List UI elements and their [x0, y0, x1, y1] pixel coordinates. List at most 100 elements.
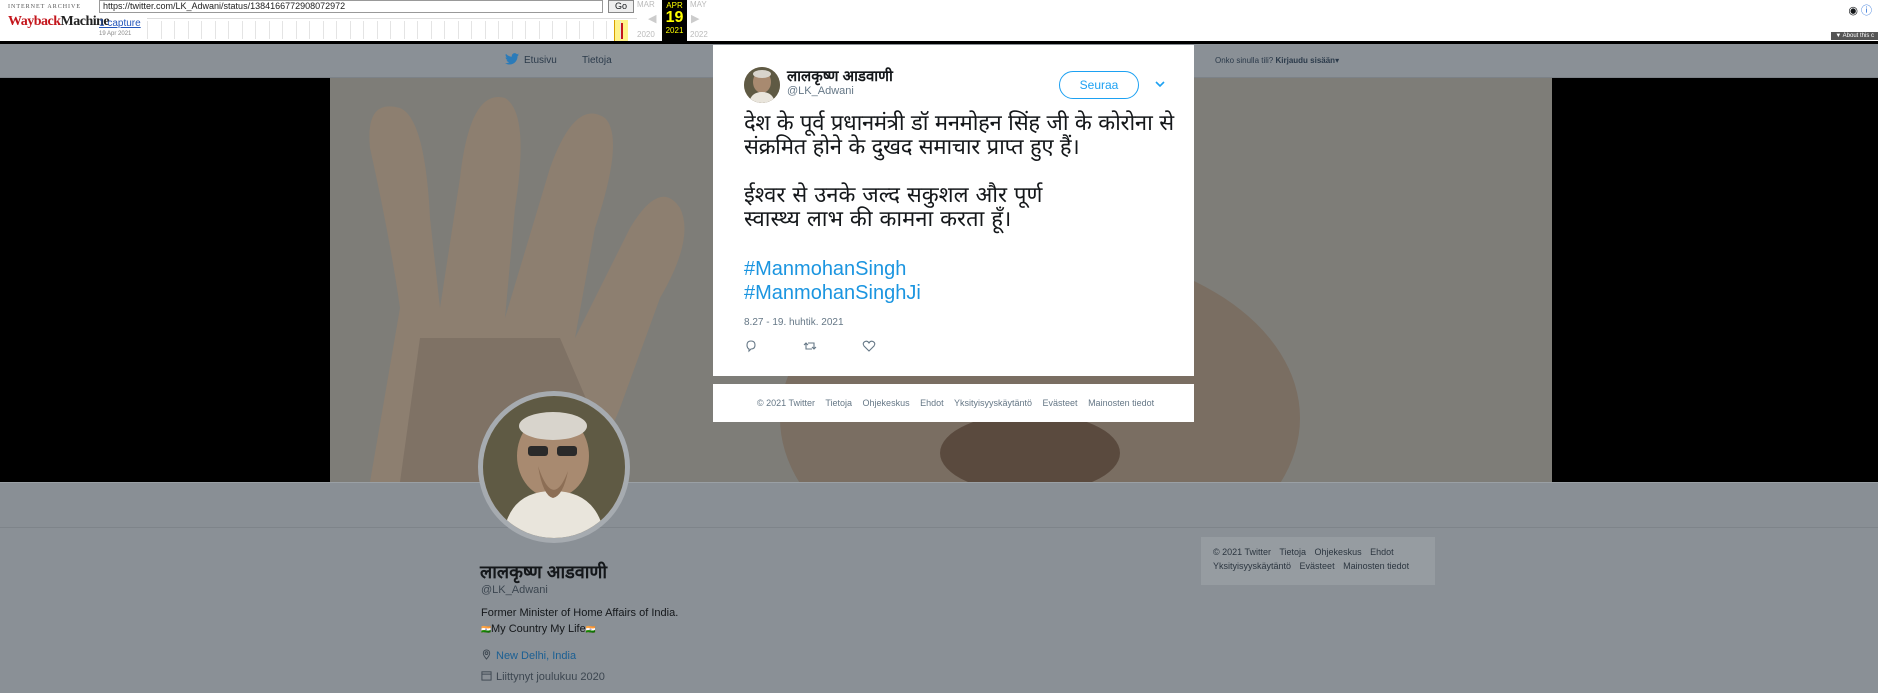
footer-link-privacy[interactable]: Yksityisyyskäytäntö [954, 398, 1032, 408]
location-text[interactable]: New Delhi, India [496, 650, 576, 662]
profile-avatar[interactable] [478, 391, 630, 543]
sparkline-capture-bar [621, 23, 623, 39]
banner-letterbox-right [1552, 78, 1878, 482]
tweet-author-handle[interactable]: @LK_Adwani [787, 85, 854, 97]
user-icon[interactable]: ◉ [1848, 5, 1858, 17]
retweet-icon[interactable] [803, 339, 817, 353]
footer-copyright: © 2021 Twitter [1213, 547, 1271, 557]
calendar-icon [481, 671, 492, 681]
twitter-bird-icon[interactable] [505, 53, 519, 65]
flag-image-broken: 🇮🇳 [481, 625, 491, 634]
sparkline-tick [484, 21, 486, 39]
tweet-paragraph-1: देश के पूर्व प्रधानमंत्री डॉ मनमोहन सिंह… [744, 111, 1174, 160]
footer-link-about[interactable]: Tietoja [825, 398, 852, 408]
sparkline-tick [430, 21, 432, 39]
profile-name[interactable]: लालकृष्ण आडवाणी [480, 560, 607, 584]
reply-icon[interactable] [744, 339, 758, 353]
captures-link[interactable]: 1 capture [99, 18, 141, 29]
sparkline-tick [336, 21, 337, 39]
profile-handle[interactable]: @LK_Adwani [481, 584, 548, 596]
sparkline-tick [174, 21, 175, 39]
footer-link-help[interactable]: Ohjekeskus [1315, 547, 1362, 557]
sparkline-tick [498, 21, 499, 39]
wayback-icons: ◉ ⓘ [1848, 2, 1872, 18]
tweet-author-avatar[interactable] [744, 67, 780, 103]
footer-link-about[interactable]: Tietoja [1279, 547, 1306, 557]
prev-year-link[interactable]: 2020 [637, 30, 655, 39]
modal-footer-links: © 2021 Twitter Tietoja Ohjekeskus Ehdot … [713, 384, 1194, 422]
current-year: 2021 [665, 26, 684, 35]
footer-link-ads-info[interactable]: Mainosten tiedot [1088, 398, 1154, 408]
sparkline-tick [147, 21, 148, 39]
footer-link-cookies[interactable]: Evästeet [1300, 561, 1335, 571]
sparkline-tick [592, 21, 594, 39]
avatar-photo [483, 396, 625, 538]
prev-month-link[interactable]: MAR [637, 0, 655, 9]
hashtag-link[interactable]: #ManmohanSinghJi [744, 281, 921, 305]
sparkline-tick [471, 21, 472, 39]
sparkline-tick [322, 21, 324, 39]
sparkline-tick [525, 21, 526, 39]
sidebar-footer-links: © 2021 Twitter Tietoja Ohjekeskus Ehdot … [1201, 537, 1435, 585]
sparkline-tick [309, 21, 310, 39]
login-link[interactable]: Kirjaudu sisään [1275, 56, 1335, 65]
tweet-paragraph-2: ईश्वर से उनके जल्द सकुशल और पूर्ण स्वास्थ… [744, 183, 1043, 232]
sparkline-tick [187, 21, 189, 39]
tweet-author-name[interactable]: लालकृष्ण आडवाणी [787, 66, 893, 86]
nav-login[interactable]: Onko sinulla tili? Kirjaudu sisään▾ [1215, 56, 1339, 65]
logo-internet-archive-text: INTERNET ARCHIVE [8, 4, 82, 10]
footer-link-cookies[interactable]: Evästeet [1043, 398, 1078, 408]
sparkline-tick [282, 21, 283, 39]
nav-about-link[interactable]: Tietoja [582, 55, 612, 66]
profile-bio-line2: 🇮🇳My Country My Life🇮🇳 [481, 623, 596, 635]
footer-link-terms[interactable]: Ehdot [1370, 547, 1394, 557]
sparkline-tick [606, 21, 607, 39]
prev-arrow-icon[interactable]: ◀ [648, 12, 656, 25]
sparkline-tick [241, 21, 243, 39]
logo-wordmark: WaybackMachine [8, 14, 110, 29]
tweet-timestamp[interactable]: 8.27 - 19. huhtik. 2021 [744, 317, 844, 328]
sparkline-tick [376, 21, 378, 39]
next-month-link[interactable]: MAY [690, 0, 707, 9]
sparkline-tick [565, 21, 567, 39]
flag-image-broken: 🇮🇳 [585, 625, 596, 634]
have-account-text: Onko sinulla tili? [1215, 56, 1274, 65]
sparkline-tick [457, 21, 459, 39]
next-year-link[interactable]: 2022 [690, 30, 708, 39]
profile-location[interactable]: New Delhi, India [481, 649, 576, 662]
next-arrow-icon[interactable]: ▶ [691, 12, 699, 25]
footer-link-ads-info[interactable]: Mainosten tiedot [1343, 561, 1409, 571]
wayback-logo[interactable]: INTERNET ARCHIVE WaybackMachine [6, 2, 110, 38]
sparkline-tick [538, 21, 540, 39]
nav-home-link[interactable]: Etusivu [524, 55, 557, 66]
hashtag-link[interactable]: #ManmohanSingh [744, 257, 921, 281]
tweet-text: देश के पूर्व प्रधानमंत्री डॉ मनमोहन सिंह… [744, 112, 1184, 256]
follow-button[interactable]: Seuraa [1059, 71, 1139, 99]
current-day: 19 [665, 9, 684, 26]
about-capture-toggle[interactable]: ▼ About this c [1831, 32, 1878, 40]
sparkline-tick [417, 21, 418, 39]
tweet-avatar-photo [744, 67, 780, 103]
chevron-down-icon[interactable] [1153, 77, 1167, 91]
capture-date: 19 Apr 2021 [99, 31, 132, 37]
sparkline-tick [295, 21, 297, 39]
footer-link-help[interactable]: Ohjekeskus [863, 398, 910, 408]
banner-letterbox-left [0, 78, 330, 482]
footer-link-privacy[interactable]: Yksityisyyskäytäntö [1213, 561, 1291, 571]
location-pin-icon [482, 649, 491, 660]
sparkline-tick [228, 21, 229, 39]
sparkline-tick [619, 21, 621, 39]
sparkline-tick [363, 21, 364, 39]
help-icon[interactable]: ⓘ [1861, 5, 1872, 17]
wayback-go-button[interactable]: Go [608, 0, 634, 13]
like-heart-icon[interactable] [862, 339, 876, 353]
footer-link-terms[interactable]: Ehdot [920, 398, 944, 408]
sparkline-tick [444, 21, 445, 39]
wayback-toolbar: INTERNET ARCHIVE WaybackMachine https://… [0, 0, 1878, 44]
chevron-down-icon: ▾ [1335, 56, 1340, 65]
profile-bio: Former Minister of Home Affairs of India… [481, 607, 679, 619]
wayback-url-input[interactable]: https://twitter.com/LK_Adwani/status/138… [99, 0, 603, 13]
tweet-modal: लालकृष्ण आडवाणी @LK_Adwani Seuraa देश के… [713, 45, 1194, 376]
sparkline-tick [214, 21, 216, 39]
capture-sparkline[interactable] [147, 18, 637, 41]
